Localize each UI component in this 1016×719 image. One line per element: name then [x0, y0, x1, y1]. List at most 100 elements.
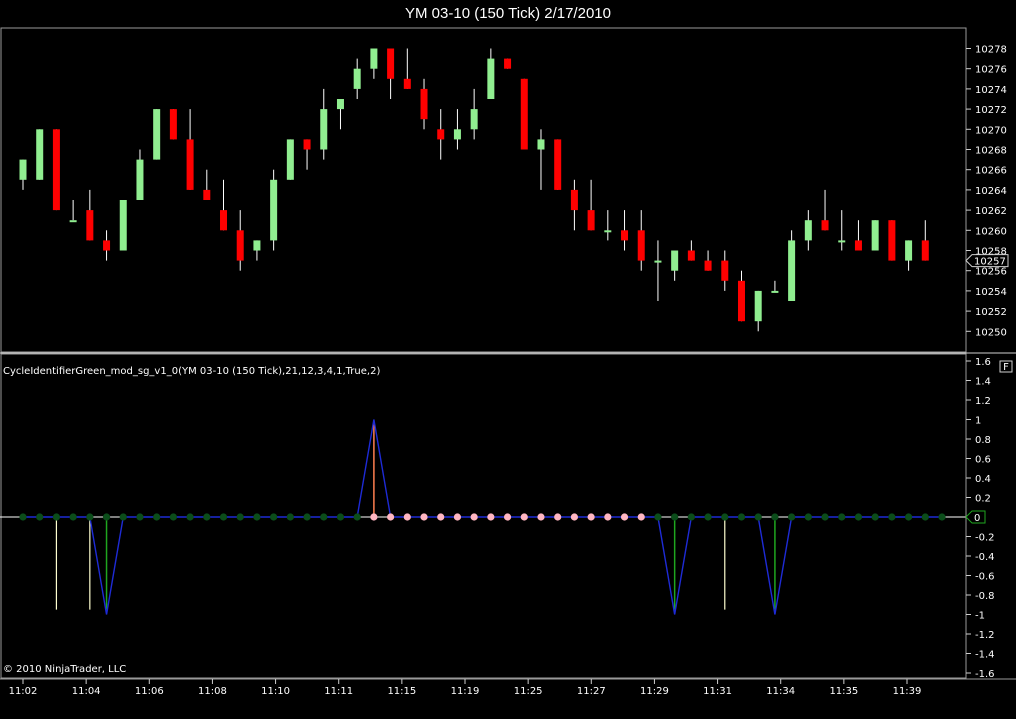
- candlestick-series: [19, 48, 929, 332]
- indicator-tick-label: 0.6: [975, 455, 991, 466]
- candle-body: [119, 200, 127, 251]
- zero-dot: [921, 513, 929, 521]
- candle-body: [153, 109, 161, 160]
- price-tick-label: 10272: [975, 105, 1007, 116]
- candle-body: [921, 240, 929, 261]
- candle-body: [437, 129, 445, 140]
- candle-body: [103, 240, 111, 251]
- zero-dot: [871, 513, 879, 521]
- candle-body: [303, 139, 311, 150]
- candle-body: [621, 230, 629, 241]
- zero-dot: [286, 513, 294, 521]
- last-value-marker: 0: [965, 510, 986, 524]
- zero-dot: [353, 513, 361, 521]
- zero-dot: [721, 513, 729, 521]
- price-tick-label: 10264: [975, 186, 1007, 197]
- zero-dot: [153, 513, 161, 521]
- candle-body: [453, 129, 461, 140]
- indicator-y-axis: 1.6 1.4 1.2 1 0.8 0.6 0.4 0.2 0 -0.2 -0.4 -0.6 -0.8 -…: [0, 357, 995, 680]
- zero-dot: [119, 513, 127, 521]
- zero-dot: [420, 513, 428, 521]
- price-tick-label: 10278: [975, 45, 1007, 56]
- f-button[interactable]: F: [999, 360, 1013, 373]
- candle-body: [270, 179, 278, 241]
- candle-body: [788, 240, 796, 301]
- candle-body: [370, 48, 378, 69]
- candle-body: [420, 88, 428, 120]
- indicator-panel-frame: [0, 353, 967, 679]
- candle-body: [687, 250, 695, 261]
- candle-body: [353, 68, 361, 89]
- zero-dot: [36, 513, 44, 521]
- candle-body: [804, 220, 812, 241]
- candle-body: [169, 109, 177, 140]
- candle-body: [504, 58, 512, 69]
- time-tick-label: 11:34: [766, 686, 795, 697]
- indicator-tick-label: 1.2: [975, 396, 991, 407]
- zero-dot: [186, 513, 194, 521]
- zero-dot: [203, 513, 211, 521]
- zero-dot: [387, 513, 395, 521]
- zero-dot: [336, 513, 345, 521]
- zero-dot: [219, 513, 228, 521]
- candle-body: [821, 220, 829, 231]
- zero-dot: [520, 513, 528, 521]
- indicator-label: CycleIdentifierGreen_mod_sg_v1_0(YM 03-1…: [3, 366, 380, 377]
- zero-dot: [821, 513, 829, 521]
- candle-body: [671, 250, 679, 271]
- price-tick-label: 10266: [975, 166, 1007, 177]
- indicator-series: [19, 419, 946, 615]
- zero-dot: [19, 513, 27, 521]
- zero-dot: [687, 513, 695, 521]
- zero-dot: [754, 513, 762, 521]
- candle-body: [554, 139, 562, 190]
- time-tick-label: 11:15: [387, 686, 416, 697]
- indicator-tick-label: 0.4: [975, 474, 991, 485]
- indicator-tick-label: -0.2: [975, 533, 995, 544]
- zero-dot: [253, 513, 261, 521]
- zero-dot: [570, 513, 579, 521]
- time-tick-label: 11:11: [324, 686, 353, 697]
- indicator-tick-label: 0.2: [975, 494, 991, 505]
- zero-dot: [453, 513, 462, 521]
- indicator-tick-label: -0.6: [975, 572, 995, 583]
- zero-dot: [637, 513, 645, 521]
- indicator-tick-label: 1.4: [975, 377, 991, 388]
- candle-body: [203, 189, 211, 200]
- candle-body: [604, 230, 612, 233]
- chart-canvas[interactable]: 1025010252102541025610258102601026210264…: [0, 0, 1016, 719]
- last-price-marker: 10257: [965, 254, 1009, 268]
- candle-body: [888, 220, 896, 261]
- price-panel-frame: [0, 27, 967, 353]
- time-tick-label: 11:29: [640, 686, 669, 697]
- price-tick-label: 10254: [975, 287, 1007, 298]
- price-tick-label: 10276: [975, 65, 1007, 76]
- time-tick-label: 11:39: [893, 686, 922, 697]
- candle-body: [587, 210, 595, 231]
- price-tick-label: 10260: [975, 226, 1007, 237]
- zero-dot: [888, 513, 896, 521]
- f-button-label: F: [1003, 362, 1009, 373]
- time-tick-label: 11:19: [451, 686, 480, 697]
- candle-body: [320, 109, 328, 150]
- last-price-label: 10257: [974, 257, 1006, 268]
- candle-body: [487, 58, 495, 99]
- zero-dot: [236, 513, 244, 521]
- copyright-text: © 2010 NinjaTrader, LLC: [3, 664, 126, 675]
- time-tick-label: 11:04: [72, 686, 101, 697]
- candle-body: [52, 129, 60, 211]
- time-tick-label: 11:35: [829, 686, 858, 697]
- candle-body: [286, 139, 294, 180]
- indicator-tick-label: 1: [975, 416, 981, 427]
- zero-dot: [587, 513, 595, 521]
- candle-body: [570, 189, 578, 211]
- price-tick-label: 10252: [975, 307, 1007, 318]
- candle-body: [470, 109, 478, 130]
- indicator-tick-label: 0.8: [975, 435, 991, 446]
- candle-body: [403, 78, 411, 89]
- candle-body: [721, 260, 729, 281]
- zero-dot: [69, 513, 77, 521]
- zero-dot: [604, 513, 612, 521]
- zero-dot: [771, 513, 779, 521]
- candle-body: [871, 220, 879, 251]
